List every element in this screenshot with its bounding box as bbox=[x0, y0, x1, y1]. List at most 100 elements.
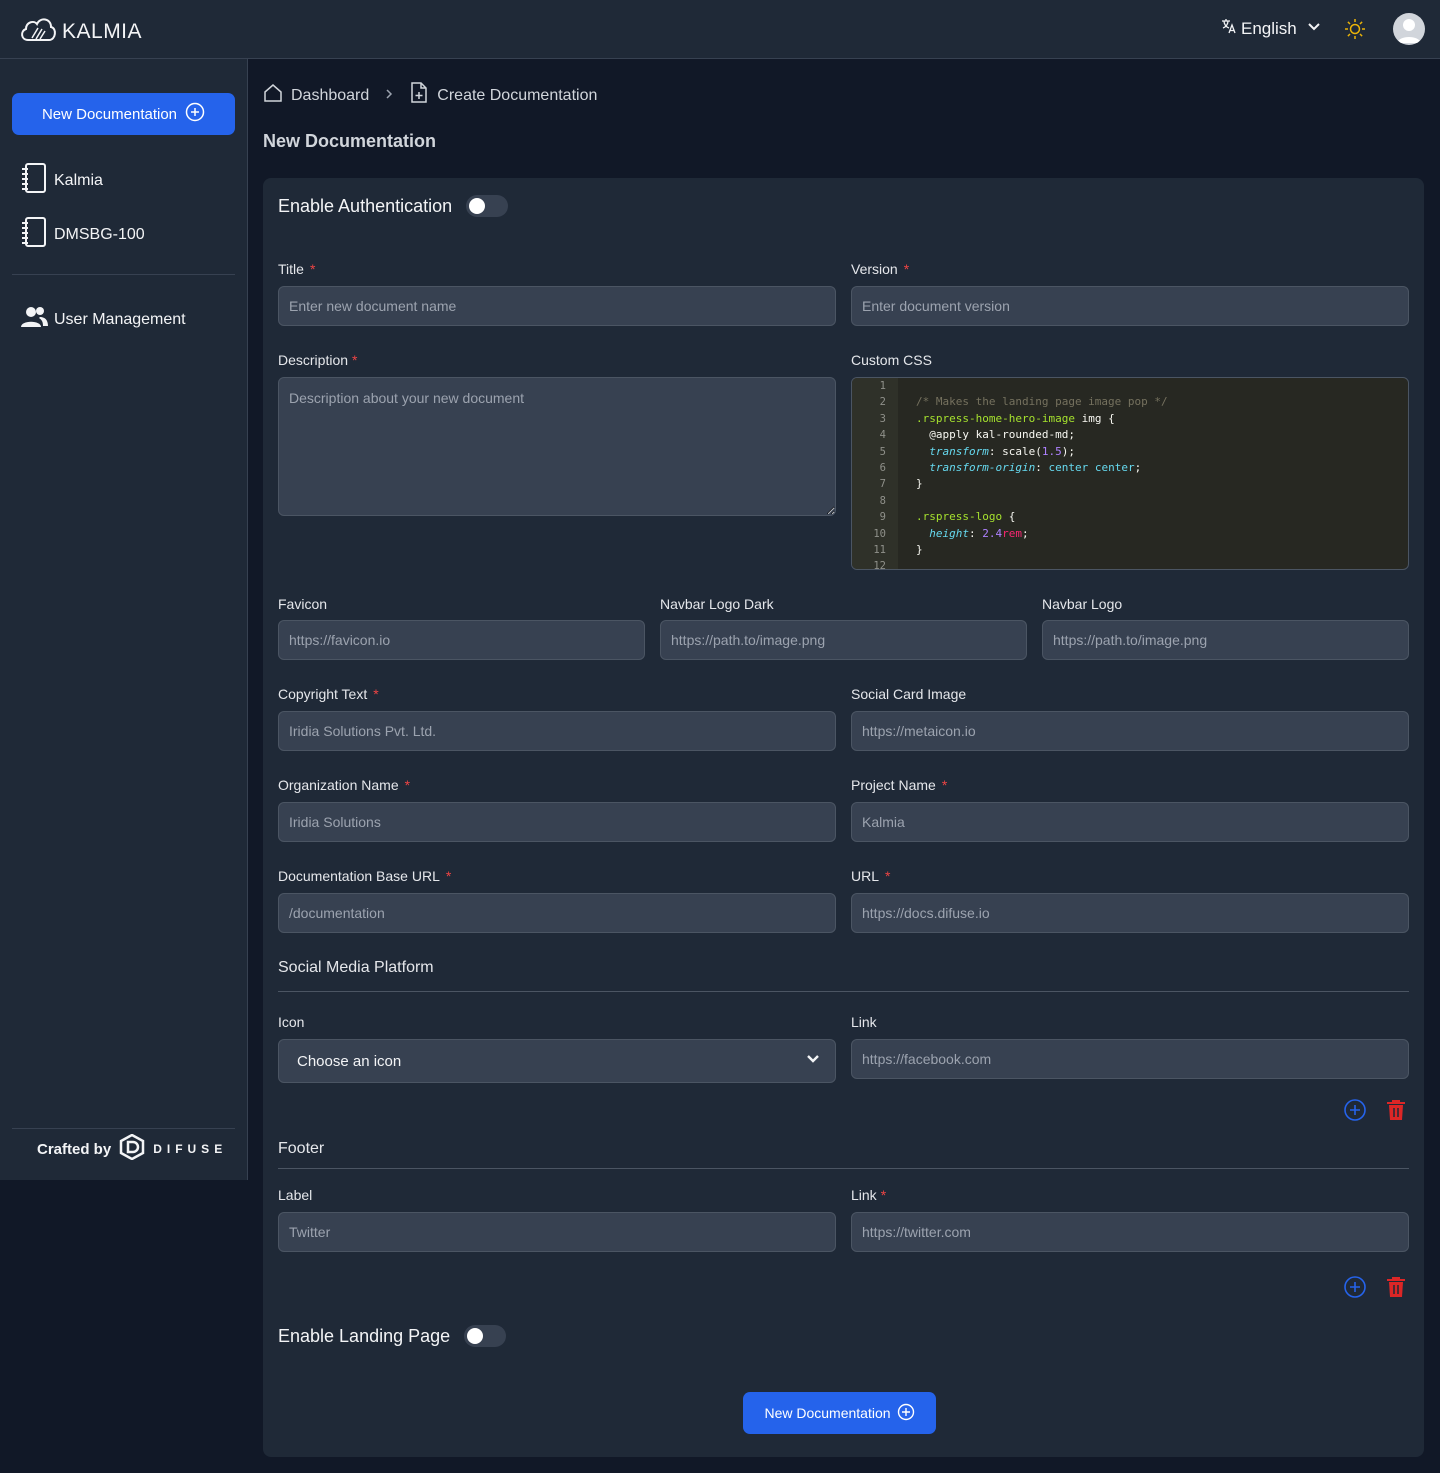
required-marker: * bbox=[352, 352, 358, 368]
description-label: Description * bbox=[278, 352, 357, 368]
footer-label-input[interactable] bbox=[278, 1212, 836, 1252]
line-number: 2 bbox=[879, 396, 886, 409]
line-number: 6 bbox=[879, 461, 886, 474]
chevron-down-icon bbox=[1307, 19, 1321, 39]
line-number: 1 bbox=[879, 380, 886, 392]
navbar-logo-label: Navbar Logo bbox=[1042, 596, 1123, 612]
user-avatar[interactable] bbox=[1393, 13, 1425, 45]
plus-circle-icon bbox=[185, 102, 205, 126]
line-number: 8 bbox=[879, 494, 886, 507]
code-line: height: 2.4rem; bbox=[929, 526, 1029, 540]
custom-css-editor[interactable]: 1 2 3 4 5 6 7 8 9 10 11 12 /* Makes the … bbox=[851, 377, 1409, 570]
version-input[interactable] bbox=[851, 286, 1409, 326]
sidebar-item-kalmia[interactable]: Kalmia bbox=[20, 162, 103, 199]
code-content: /* Makes the landing page image pop */ .… bbox=[916, 378, 1168, 569]
plus-circle-icon bbox=[1343, 1276, 1367, 1303]
line-number: 4 bbox=[879, 429, 886, 442]
breadcrumb-label: Create Documentation bbox=[437, 86, 598, 104]
footer-link-label: Link * bbox=[851, 1187, 886, 1203]
enable-authentication-label: Enable Authentication bbox=[278, 195, 453, 216]
add-footer-button[interactable] bbox=[1343, 1275, 1367, 1299]
social-card-input[interactable] bbox=[851, 711, 1409, 751]
required-marker: * bbox=[885, 868, 891, 884]
footer-link-input[interactable] bbox=[851, 1212, 1409, 1252]
breadcrumb-label: Dashboard bbox=[291, 86, 370, 104]
toggle-knob bbox=[469, 198, 486, 214]
sidebar-item-dmsbg-100[interactable]: DMSBG-100 bbox=[20, 216, 145, 253]
breadcrumb-create-documentation[interactable]: Create Documentation bbox=[409, 82, 597, 109]
code-line: @apply kal-rounded-md; bbox=[916, 428, 1075, 442]
project-name-label: Project Name * bbox=[851, 777, 947, 793]
copyright-label: Copyright Text * bbox=[278, 686, 379, 702]
breadcrumb: Dashboard Create Documentation bbox=[263, 82, 597, 109]
notebook-icon bbox=[20, 162, 48, 199]
delete-footer-button[interactable] bbox=[1384, 1275, 1408, 1299]
social-media-section-title: Social Media Platform bbox=[278, 959, 434, 976]
home-icon bbox=[263, 83, 283, 108]
navbar-logo-dark-label: Navbar Logo Dark bbox=[660, 596, 774, 612]
project-name-label-text: Project Name bbox=[851, 777, 936, 793]
version-label-text: Version bbox=[851, 261, 898, 277]
code-line: .rspress-home-hero-image img { bbox=[916, 411, 1115, 425]
notebook-icon bbox=[20, 216, 48, 253]
custom-css-label: Custom CSS bbox=[851, 352, 932, 368]
code-gutter: 1 2 3 4 5 6 7 8 9 10 11 12 bbox=[852, 378, 898, 569]
sun-icon bbox=[1344, 19, 1366, 44]
version-label: Version * bbox=[851, 261, 909, 277]
sidebar-item-label: DMSBG-100 bbox=[54, 225, 145, 243]
social-link-label: Link bbox=[851, 1014, 877, 1030]
description-textarea[interactable] bbox=[278, 377, 836, 516]
description-label-text: Description bbox=[278, 352, 349, 368]
enable-landing-toggle[interactable] bbox=[464, 1325, 507, 1347]
navbar-logo-input[interactable] bbox=[1042, 620, 1409, 660]
new-documentation-button[interactable]: New Documentation bbox=[12, 93, 235, 135]
new-documentation-label: New Documentation bbox=[41, 105, 178, 123]
social-icon-select[interactable]: Choose an icon bbox=[278, 1039, 836, 1083]
app-logo[interactable]: KALMIA bbox=[18, 14, 142, 49]
trash-icon bbox=[1384, 1277, 1408, 1303]
enable-authentication-row: Enable Authentication bbox=[278, 195, 509, 217]
crafted-by[interactable]: Crafted by DIFUSE bbox=[37, 1133, 228, 1164]
line-number: 11 bbox=[873, 543, 886, 556]
social-link-input[interactable] bbox=[851, 1039, 1409, 1079]
line-number: 9 bbox=[879, 511, 886, 524]
delete-social-button[interactable] bbox=[1384, 1098, 1408, 1122]
org-name-label-text: Organization Name bbox=[278, 777, 399, 793]
chevron-down-icon bbox=[805, 1051, 821, 1071]
difuse-logo-icon bbox=[119, 1133, 145, 1164]
theme-toggle[interactable] bbox=[1344, 18, 1366, 40]
base-url-label: Documentation Base URL * bbox=[278, 868, 451, 884]
section-divider bbox=[278, 1168, 1409, 1169]
code-line: transform-origin: center center; bbox=[929, 460, 1142, 474]
title-input[interactable] bbox=[278, 286, 836, 326]
favicon-input[interactable] bbox=[278, 620, 645, 660]
enable-authentication-toggle[interactable] bbox=[466, 195, 509, 217]
social-icon-label: Icon bbox=[278, 1014, 305, 1030]
project-name-input[interactable] bbox=[851, 802, 1409, 842]
line-number: 5 bbox=[879, 445, 886, 458]
crafted-brand: DIFUSE bbox=[153, 1142, 228, 1156]
sidebar-item-user-management[interactable]: User Management bbox=[20, 305, 186, 334]
translate-icon bbox=[1221, 18, 1237, 39]
code-line: transform: scale(1.5); bbox=[929, 444, 1075, 458]
breadcrumb-dashboard[interactable]: Dashboard bbox=[263, 83, 369, 108]
sidebar-footer-divider bbox=[12, 1128, 235, 1129]
url-input[interactable] bbox=[851, 893, 1409, 933]
navbar-logo-dark-input[interactable] bbox=[660, 620, 1027, 660]
crafted-by-label: Crafted by bbox=[37, 1140, 112, 1158]
code-line: /* Makes the landing page image pop */ bbox=[916, 395, 1168, 409]
top-navbar: KALMIA English bbox=[0, 0, 1440, 59]
submit-new-documentation-button[interactable]: New Documentation bbox=[743, 1392, 936, 1434]
file-plus-icon bbox=[409, 82, 429, 109]
title-label: Title * bbox=[278, 261, 315, 277]
language-selector[interactable]: English bbox=[1221, 18, 1321, 39]
copyright-input[interactable] bbox=[278, 711, 836, 751]
base-url-input[interactable] bbox=[278, 893, 836, 933]
add-social-button[interactable] bbox=[1343, 1098, 1367, 1122]
line-number: 10 bbox=[873, 527, 886, 540]
org-name-input[interactable] bbox=[278, 802, 836, 842]
submit-label: New Documentation bbox=[764, 1405, 891, 1421]
